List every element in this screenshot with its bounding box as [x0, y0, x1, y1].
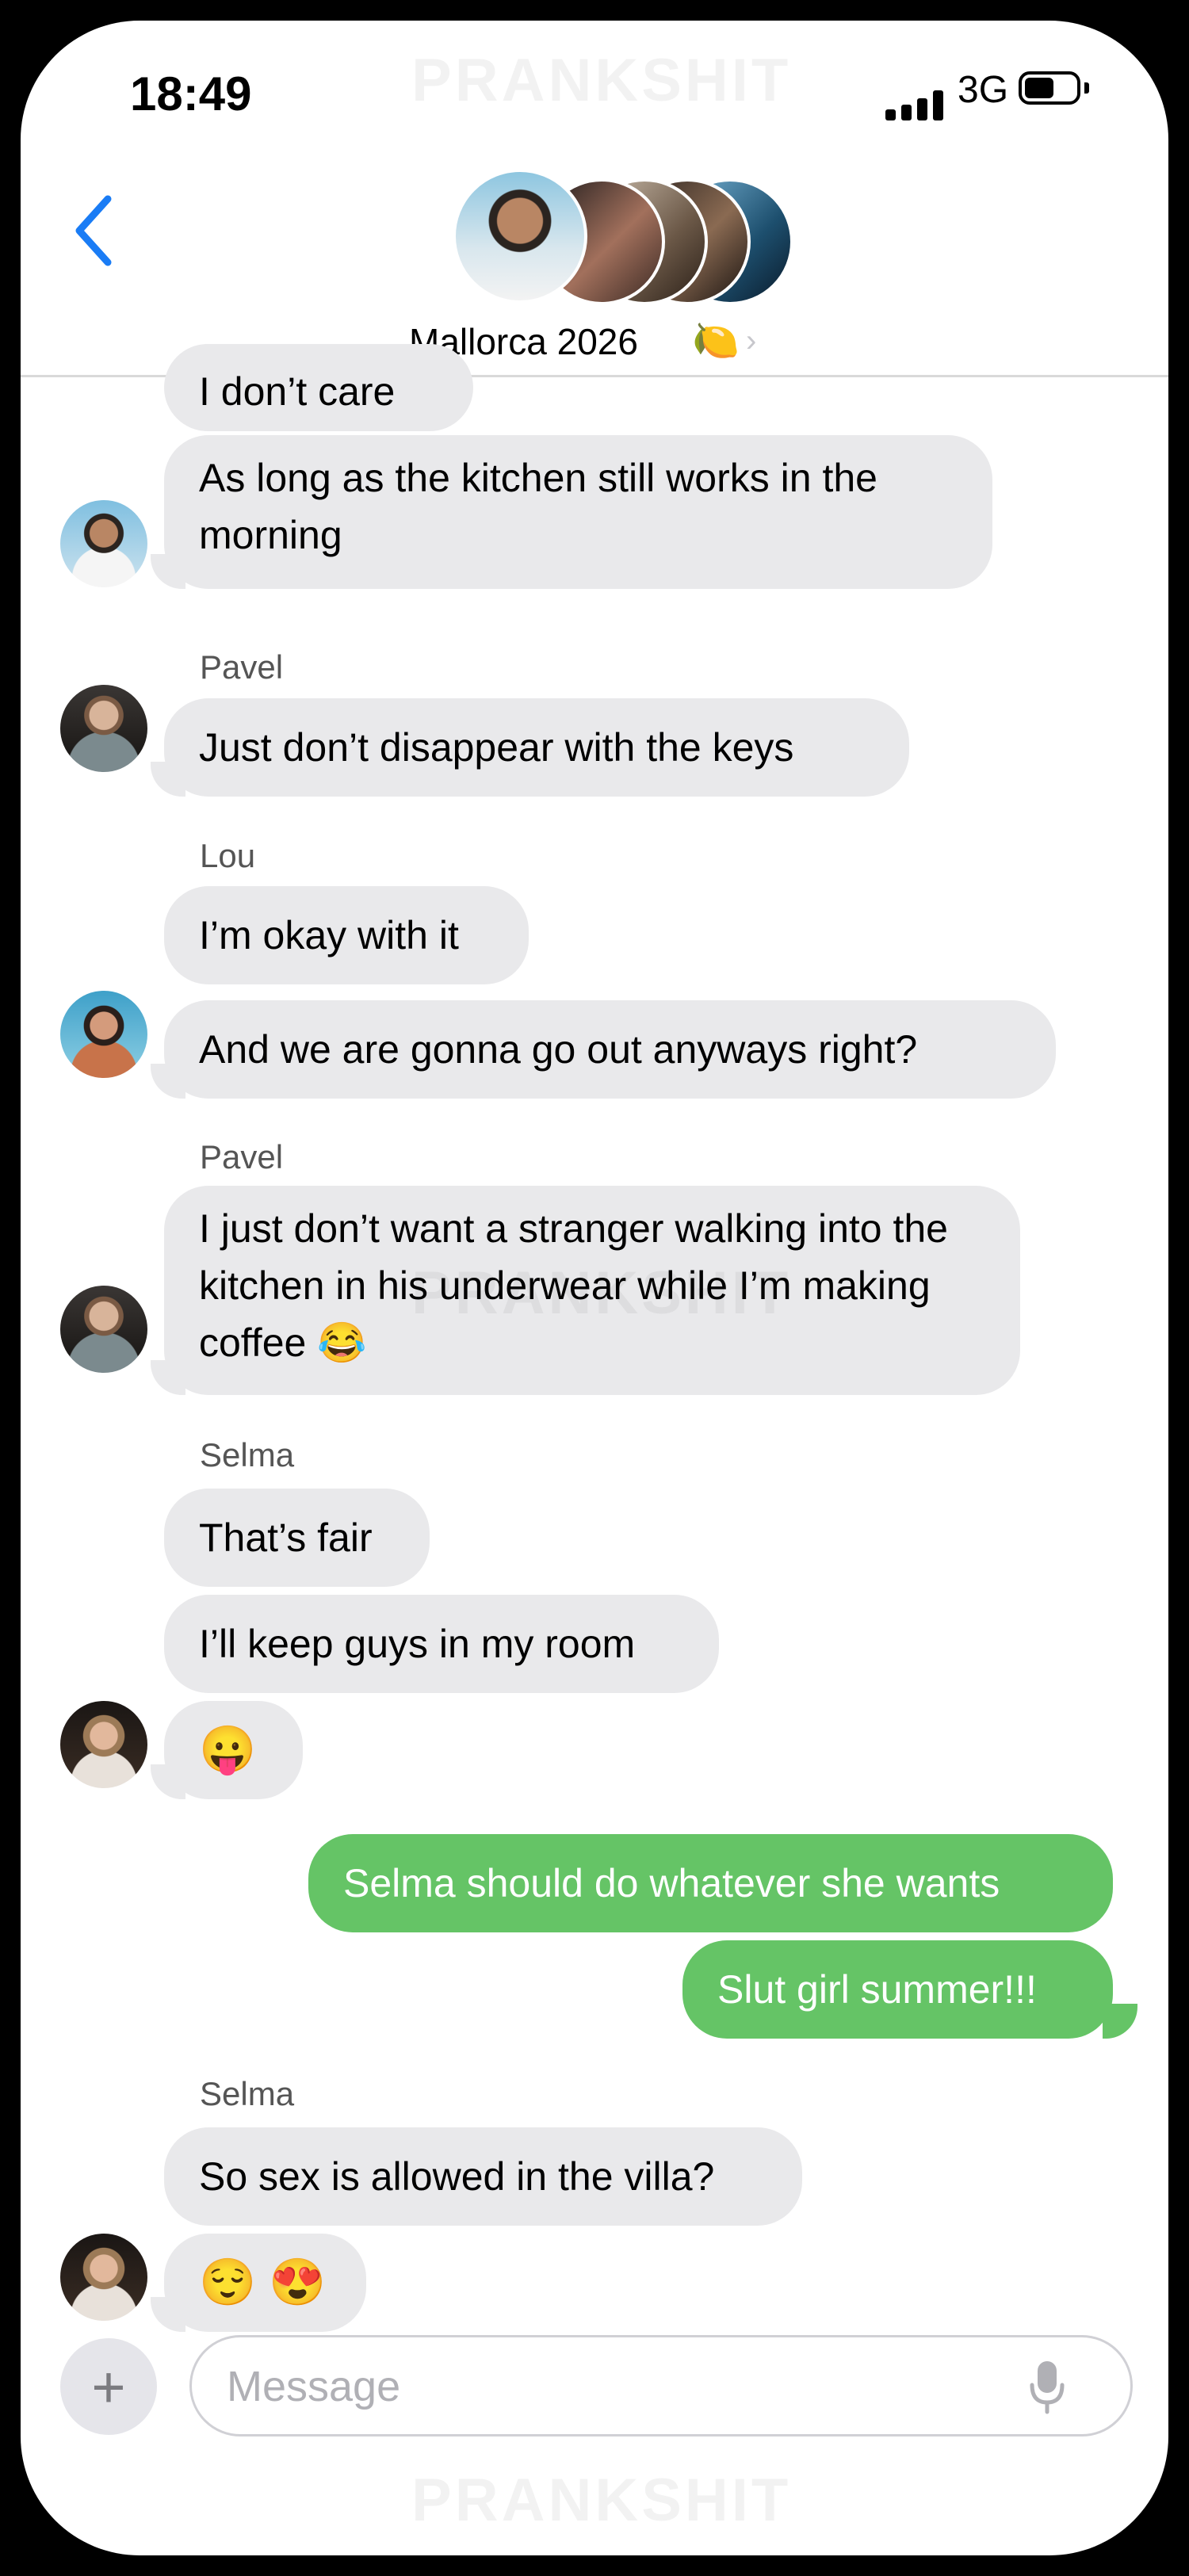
- sender-name: Pavel: [200, 648, 284, 686]
- battery-tip: [1084, 82, 1089, 94]
- bubble-tail: [151, 1064, 185, 1099]
- message-text: I don’t care: [199, 369, 396, 414]
- message-text: Slut girl summer!!!: [717, 1967, 1037, 2012]
- message-text: So sex is allowed in the villa?: [199, 2154, 715, 2199]
- message-bubble[interactable]: Just don’t disappear with the keys: [164, 698, 909, 797]
- avatar[interactable]: [60, 2234, 147, 2321]
- back-button[interactable]: [67, 191, 122, 270]
- message-bubble[interactable]: And we are gonna go out anyways right?: [164, 1000, 1056, 1099]
- avatar[interactable]: [60, 1286, 147, 1373]
- message-text: 😌 😍: [199, 2257, 327, 2308]
- message-bubble-outgoing[interactable]: Slut girl summer!!!: [682, 1940, 1113, 2039]
- sender-name: Pavel: [200, 1138, 284, 1175]
- group-avatars[interactable]: [453, 169, 801, 311]
- message-bubble[interactable]: I’ll keep guys in my room: [164, 1595, 719, 1693]
- network-label: 3G: [958, 69, 1009, 111]
- add-attachment-button[interactable]: +: [60, 2338, 157, 2435]
- avatar[interactable]: [60, 991, 147, 1078]
- watermark-middle: PRANKSHIT: [411, 1259, 792, 1327]
- message-field[interactable]: [189, 2335, 1133, 2436]
- message-bubble[interactable]: As long as the kitchen still works in th…: [164, 435, 992, 589]
- message-input[interactable]: [225, 2358, 1021, 2415]
- microphone-icon: [1030, 2361, 1065, 2414]
- lemon-emoji: 🍋: [692, 320, 740, 362]
- watermark-bottom: PRANKSHIT: [411, 2467, 792, 2534]
- microphone-button[interactable]: [1027, 2358, 1067, 2417]
- message-text: Selma should do whatever she wants: [343, 1861, 1000, 1905]
- message-text: I’m okay with it: [199, 913, 459, 957]
- message-text: 😛: [199, 1724, 257, 1775]
- sender-name: Selma: [200, 1436, 295, 1473]
- bubble-tail: [151, 762, 185, 797]
- bubble-tail: [151, 2297, 185, 2332]
- signal-icon: [885, 90, 945, 120]
- battery-icon: [1019, 71, 1080, 105]
- message-bubble[interactable]: So sex is allowed in the villa?: [164, 2127, 802, 2226]
- message-text: I’ll keep guys in my room: [199, 1622, 636, 1666]
- message-bubble[interactable]: I don’t care: [164, 344, 473, 431]
- message-text: That’s fair: [199, 1515, 373, 1560]
- message-text: And we are gonna go out anyways right?: [199, 1027, 918, 1072]
- message-bubble[interactable]: I’m okay with it: [164, 886, 529, 984]
- message-text: As long as the kitchen still works in th…: [199, 456, 877, 557]
- bubble-tail: [151, 554, 185, 589]
- chevron-left-icon: [75, 195, 112, 266]
- chevron-right-icon[interactable]: ›: [746, 323, 756, 359]
- sender-name: Lou: [200, 837, 256, 874]
- status-time: 18:49: [130, 67, 252, 120]
- bubble-tail: [151, 1360, 185, 1395]
- message-bubble[interactable]: That’s fair: [164, 1489, 430, 1587]
- message-bubble[interactable]: 😌 😍: [164, 2234, 366, 2332]
- phone-frame: 18:49 PRANKSHIT 3G Mallorca 2026 🍋 › I d…: [0, 0, 1189, 2576]
- watermark-top: PRANKSHIT: [411, 47, 792, 114]
- avatar[interactable]: [60, 1701, 147, 1788]
- avatar[interactable]: [60, 685, 147, 772]
- avatar[interactable]: [60, 500, 147, 587]
- bubble-tail: [151, 1764, 185, 1799]
- group-avatar-1: [453, 169, 587, 304]
- sender-name: Selma: [200, 2075, 295, 2112]
- message-bubble-outgoing[interactable]: Selma should do whatever she wants: [308, 1834, 1113, 1932]
- screen: 18:49 PRANKSHIT 3G Mallorca 2026 🍋 › I d…: [21, 21, 1168, 2555]
- message-text: Just don’t disappear with the keys: [199, 725, 794, 770]
- bubble-tail: [1103, 2004, 1137, 2039]
